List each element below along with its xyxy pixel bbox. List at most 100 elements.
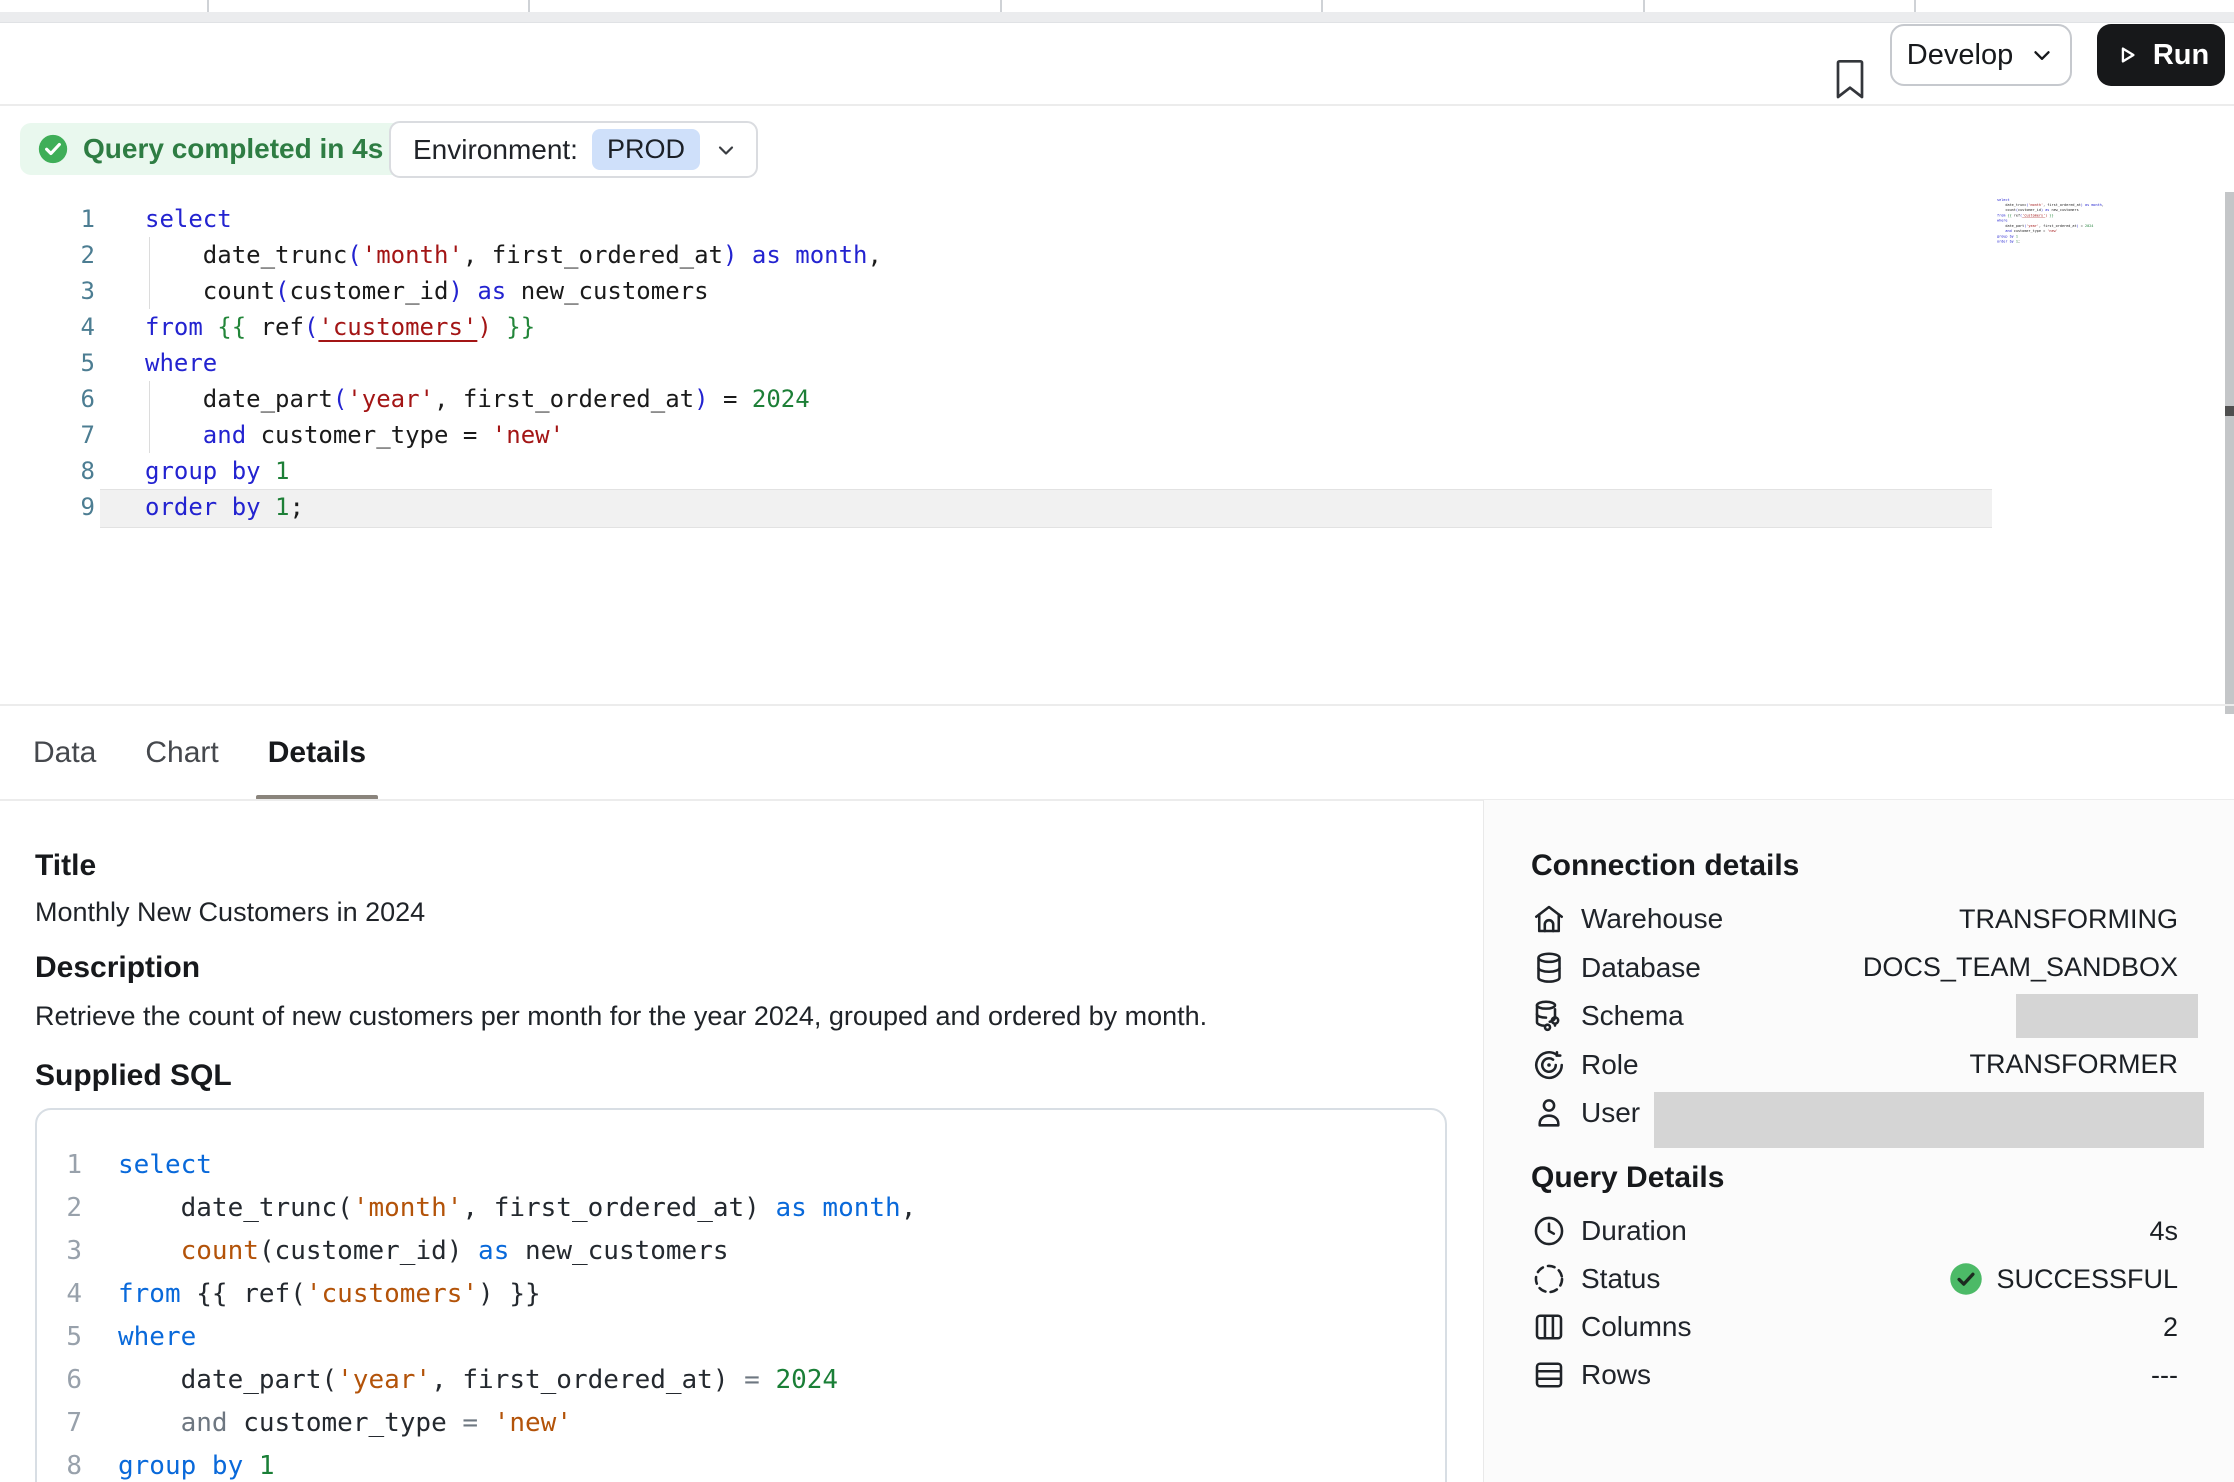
detail-label: Database — [1581, 952, 1701, 984]
app-window: Develop Run Query completed in 4s Enviro… — [0, 0, 2234, 1482]
environment-select[interactable]: Environment: PROD — [389, 121, 758, 178]
code-line: 9order by 1; — [1997, 239, 2107, 244]
chevron-down-icon — [714, 138, 738, 162]
detail-row-rows: Rows--- — [1531, 1353, 2178, 1397]
editor-scrollbar[interactable] — [2225, 192, 2234, 714]
sql-editor[interactable]: 1select2 date_trunc('month', first_order… — [0, 190, 2234, 704]
detail-value: TRANSFORMER — [1970, 1049, 2179, 1080]
tab-chart[interactable]: Chart — [145, 705, 218, 800]
detail-row-schema: Schema — [1531, 994, 2178, 1038]
detail-label: Rows — [1581, 1359, 1651, 1391]
title-value: Monthly New Customers in 2024 — [35, 894, 425, 930]
detail-label: Role — [1581, 1049, 1639, 1081]
tab-divider — [207, 0, 209, 12]
code-line: 7 and customer_type = 'new' — [37, 1402, 916, 1445]
code-line: 3 count(customer_id) as new_customers — [60, 273, 882, 309]
tab-divider — [1321, 0, 1323, 12]
tab-divider — [1000, 0, 1002, 12]
chevron-down-icon — [2029, 42, 2055, 68]
code-line: 4from {{ ref('customers') }} — [60, 309, 882, 345]
tab-label: Details — [268, 736, 366, 770]
tab-divider — [1914, 0, 1916, 12]
clock-icon — [1531, 1213, 1567, 1249]
code-line: 2 date_trunc('month', first_ordered_at) … — [60, 237, 882, 273]
rows-icon — [1531, 1357, 1567, 1393]
develop-label: Develop — [1907, 39, 2013, 72]
redacted-value — [1654, 1092, 2204, 1148]
code-line: 5where — [60, 345, 882, 381]
run-label: Run — [2153, 39, 2209, 72]
code-line: 2 date_trunc('month', first_ordered_at) … — [37, 1187, 916, 1230]
detail-row-database: Database DOCS_TEAM_SANDBOX — [1531, 946, 2178, 990]
success-check-icon — [1948, 1261, 1984, 1297]
schema-icon — [1531, 998, 1567, 1034]
description-heading: Description — [35, 948, 200, 988]
minimap-code: 1select2 date_trunc('month', first_order… — [1997, 197, 2107, 244]
detail-row-status: StatusSUCCESSFUL — [1531, 1257, 2178, 1301]
detail-label: Status — [1581, 1263, 1660, 1295]
toolbar: Develop Run — [0, 23, 2234, 104]
tab-divider — [1643, 0, 1645, 12]
code-line: 4from {{ ref('customers') }} — [37, 1273, 916, 1316]
code-line: 8group by 1 — [37, 1445, 916, 1482]
detail-label: Warehouse — [1581, 903, 1723, 935]
check-circle-icon — [36, 132, 70, 166]
supplied-sql-code: 1select2 date_trunc('month', first_order… — [37, 1144, 916, 1482]
supplied-sql-box: 1select2 date_trunc('month', first_order… — [35, 1108, 1447, 1482]
window-chrome-band — [0, 12, 2234, 23]
code-line: 1select — [60, 201, 882, 237]
result-tabs: Data Chart Details — [0, 705, 1483, 800]
tab-label: Chart — [145, 736, 218, 770]
query-status-pill: Query completed in 4s — [20, 123, 406, 175]
user-icon — [1531, 1095, 1567, 1131]
detail-row-columns: Columns 2 — [1531, 1305, 2178, 1349]
code-line: 1select — [37, 1144, 916, 1187]
environment-value-chip: PROD — [592, 129, 700, 170]
tab-divider — [528, 0, 530, 12]
code-line: 6 date_part('year', first_ordered_at) = … — [37, 1359, 916, 1402]
develop-menu-button[interactable]: Develop — [1890, 24, 2072, 86]
warehouse-icon — [1531, 901, 1567, 937]
code-line: 9order by 1; — [60, 489, 882, 525]
detail-row-user: User — [1531, 1091, 2178, 1135]
title-heading: Title — [35, 846, 96, 886]
detail-label: Schema — [1581, 1000, 1684, 1032]
database-icon — [1531, 950, 1567, 986]
tab-data[interactable]: Data — [33, 705, 96, 800]
environment-label: Environment: — [413, 134, 578, 166]
play-icon — [2113, 41, 2141, 69]
editor-code[interactable]: 1select2 date_trunc('month', first_order… — [60, 201, 882, 525]
details-sidebar: Connection details Warehouse TRANSFORMING… — [1483, 800, 2234, 1482]
connection-details-heading: Connection details — [1531, 846, 1799, 886]
detail-row-duration: Duration4s — [1531, 1209, 2178, 1253]
toolbar-divider — [0, 104, 2234, 106]
bookmark-button[interactable] — [1826, 51, 1874, 107]
detail-value: TRANSFORMING — [1959, 904, 2178, 935]
tab-details[interactable]: Details — [268, 705, 366, 800]
detail-value: 2 — [2163, 1312, 2178, 1343]
redacted-value — [2016, 994, 2198, 1038]
detail-label: Duration — [1581, 1215, 1687, 1247]
status-icon — [1531, 1261, 1567, 1297]
run-button[interactable]: Run — [2097, 24, 2225, 86]
query-details-heading: Query Details — [1531, 1158, 1724, 1198]
detail-row-warehouse: Warehouse TRANSFORMING — [1531, 897, 2178, 941]
supplied-sql-heading: Supplied SQL — [35, 1056, 232, 1096]
query-status-text: Query completed in 4s — [83, 133, 383, 165]
detail-label: Columns — [1581, 1311, 1691, 1343]
detail-row-role: Role TRANSFORMER — [1531, 1043, 2178, 1087]
code-line: 8group by 1 — [60, 453, 882, 489]
browser-tab-strip — [0, 0, 2234, 12]
description-value: Retrieve the count of new customers per … — [35, 998, 1207, 1034]
editor-minimap[interactable]: 1select2 date_trunc('month', first_order… — [1997, 197, 2109, 253]
bookmark-icon — [1832, 56, 1868, 102]
code-line: 3 count(customer_id) as new_customers — [37, 1230, 916, 1273]
code-line: 6 date_part('year', first_ordered_at) = … — [60, 381, 882, 417]
columns-icon — [1531, 1309, 1567, 1345]
code-line: 5where — [37, 1316, 916, 1359]
detail-value: DOCS_TEAM_SANDBOX — [1863, 952, 2178, 983]
code-line: 7 and customer_type = 'new' — [60, 417, 882, 453]
tab-label: Data — [33, 736, 96, 770]
detail-label: User — [1581, 1097, 1640, 1129]
scrollbar-cursor-marker — [2225, 406, 2234, 416]
